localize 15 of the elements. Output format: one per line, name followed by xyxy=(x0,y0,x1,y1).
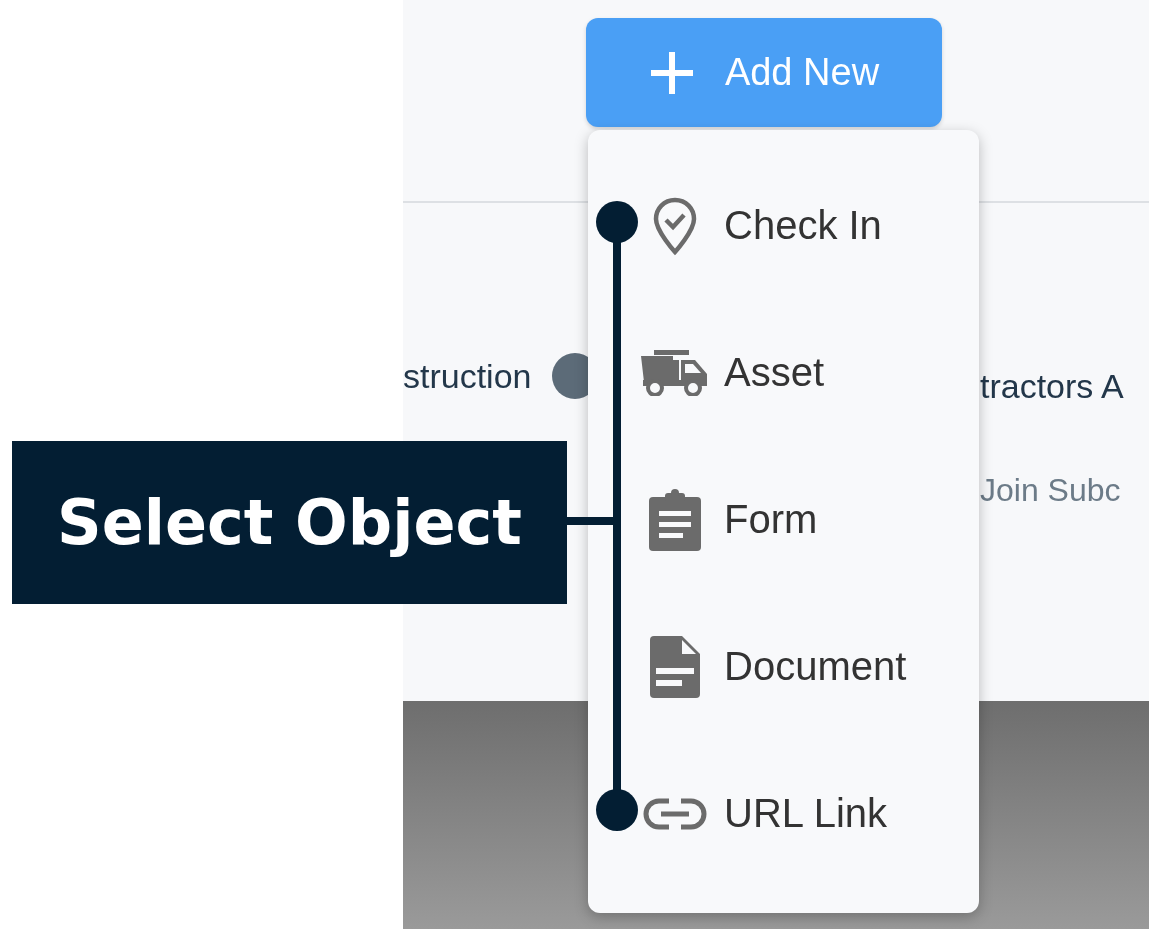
list-item-title: tractors A xyxy=(980,367,1125,406)
list-item-subtitle: Join Subc xyxy=(980,472,1122,509)
callout-label: Select Object xyxy=(12,441,567,604)
menu-item[interactable]: URL Link xyxy=(588,740,979,887)
link-icon xyxy=(643,796,707,831)
menu-item[interactable]: Asset xyxy=(588,299,979,446)
clipboard-icon xyxy=(647,488,703,551)
list-item-title: struction xyxy=(403,356,532,396)
document-icon xyxy=(650,635,700,698)
location-check-icon xyxy=(652,195,698,256)
menu-item[interactable]: Document xyxy=(588,593,979,740)
plus-icon xyxy=(648,49,695,96)
truck-icon xyxy=(641,349,709,396)
menu-item[interactable]: Check In xyxy=(588,152,979,299)
menu-item[interactable]: Form xyxy=(588,446,979,593)
